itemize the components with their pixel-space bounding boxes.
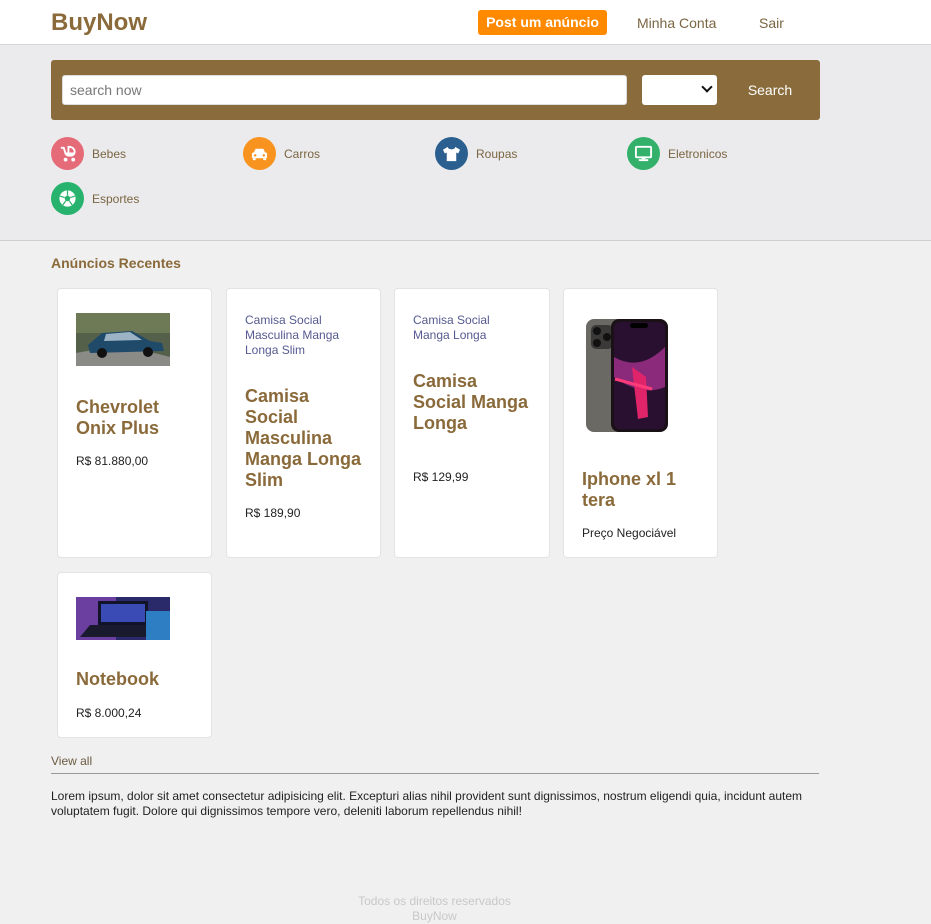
ad-title[interactable]: Camisa Social Manga Longa	[413, 371, 533, 434]
divider	[51, 773, 819, 774]
my-account-link[interactable]: Minha Conta	[637, 15, 716, 31]
ad-card[interactable]: Chevrolet Onix Plus R$ 81.880,00	[57, 288, 212, 558]
tshirt-icon	[435, 137, 468, 170]
ad-card[interactable]: Iphone xl 1 tera Preço Negociável	[563, 288, 718, 558]
post-ad-button[interactable]: Post um anúncio	[478, 10, 607, 35]
category-carros[interactable]: Carros	[243, 137, 363, 171]
search-section: search now Search Bebes Carros Roupas El…	[0, 45, 931, 241]
category-label: Roupas	[476, 147, 518, 161]
ad-title[interactable]: Iphone xl 1 tera	[582, 469, 702, 511]
category-label: Eletronicos	[668, 147, 728, 161]
category-label: Bebes	[92, 147, 127, 161]
section-title: Anúncios Recentes	[51, 255, 181, 271]
ad-title[interactable]: Chevrolet Onix Plus	[76, 397, 196, 439]
ad-title[interactable]: Camisa Social Masculina Manga Longa Slim	[245, 386, 365, 491]
ad-price: R$ 189,90	[245, 506, 301, 520]
ad-price: Preço Negociável	[582, 526, 677, 540]
footer-copyright: Todos os direitos reservados	[358, 894, 511, 908]
laptop-photo	[76, 597, 170, 640]
category-bebes[interactable]: Bebes	[51, 137, 171, 171]
broken-image-alt: Camisa Social Masculina Manga Longa Slim	[245, 313, 340, 357]
ad-price: R$ 8.000,24	[76, 706, 142, 720]
category-label: Esportes	[92, 192, 140, 206]
top-navbar: BuyNow Post um anúncio Minha Conta Sair	[0, 0, 931, 45]
car-icon	[243, 137, 276, 170]
view-all-link[interactable]: View all	[51, 754, 92, 768]
car-photo	[76, 313, 170, 366]
about-text: Lorem ipsum, dolor sit amet consectetur …	[51, 789, 803, 818]
footer: Todos os direitos reservados BuyNow	[0, 894, 869, 924]
category-roupas[interactable]: Roupas	[435, 137, 555, 171]
search-form: search now Search	[51, 60, 820, 120]
category-select[interactable]	[642, 75, 717, 105]
category-label: Carros	[284, 147, 321, 161]
footer-brand: BuyNow	[412, 909, 457, 923]
baby-carriage-icon	[51, 137, 84, 170]
soccer-ball-icon	[51, 182, 84, 215]
ad-card[interactable]: Camisa Social Masculina Manga Longa Slim…	[226, 288, 381, 558]
monitor-icon	[627, 137, 660, 170]
ad-price: R$ 129,99	[413, 470, 469, 484]
broken-image-alt: Camisa Social Manga Longa	[413, 313, 490, 342]
search-input[interactable]: search now	[62, 75, 627, 105]
ad-card[interactable]: Notebook R$ 8.000,24	[57, 572, 212, 738]
search-button[interactable]: Search	[735, 75, 805, 105]
category-esportes[interactable]: Esportes	[51, 182, 171, 216]
phone-photo	[582, 317, 676, 437]
logout-link[interactable]: Sair	[759, 15, 784, 31]
logo[interactable]: BuyNow	[51, 9, 147, 37]
chevron-down-icon	[701, 81, 713, 93]
ad-price: R$ 81.880,00	[76, 454, 149, 468]
ad-card[interactable]: Camisa Social Manga Longa Camisa Social …	[394, 288, 550, 558]
ad-title[interactable]: Notebook	[76, 669, 206, 690]
category-eletronicos[interactable]: Eletronicos	[627, 137, 767, 171]
